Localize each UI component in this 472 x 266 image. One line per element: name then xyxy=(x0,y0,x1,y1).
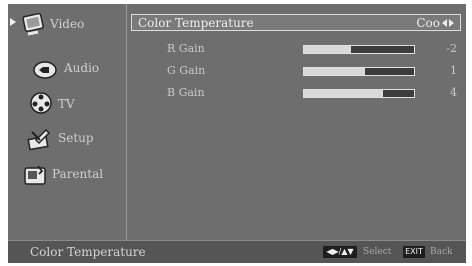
sidebar-item-label: TV xyxy=(58,97,75,111)
osd-screen: Video Audio TV Setup Parental Color Temp… xyxy=(8,4,466,263)
g-gain-label: G Gain xyxy=(167,64,206,77)
g-gain-slider[interactable] xyxy=(303,67,415,76)
footer-title: Color Temperature xyxy=(30,245,146,259)
left-right-arrows-icon[interactable] xyxy=(442,18,456,28)
sidebar-item-video[interactable]: Video xyxy=(8,10,126,46)
sidebar-item-parental[interactable]: Parental xyxy=(8,160,126,196)
sidebar-menu: Video Audio TV Setup Parental xyxy=(8,4,127,240)
b-gain-label: B Gain xyxy=(167,86,205,99)
r-gain-label: R Gain xyxy=(167,42,205,55)
select-hint: Select xyxy=(363,247,392,257)
tv-reel-icon xyxy=(30,92,52,114)
setup-tools-icon xyxy=(27,128,51,151)
color-temperature-value: Coo xyxy=(416,16,440,30)
sidebar-item-label: Audio xyxy=(64,61,100,75)
r-gain-row[interactable]: R Gain -2 xyxy=(167,42,461,58)
sidebar-item-setup[interactable]: Setup xyxy=(8,124,126,160)
sidebar-item-audio[interactable]: Audio xyxy=(8,54,126,90)
g-gain-row[interactable]: G Gain 1 xyxy=(167,64,461,80)
r-gain-fill xyxy=(304,46,352,53)
selected-arrow-icon xyxy=(10,18,16,26)
nav-keys-hint: ◀▶/▲▼ xyxy=(323,246,357,258)
sidebar-item-label: Setup xyxy=(58,131,94,145)
exit-key-hint: EXIT xyxy=(403,246,425,258)
r-gain-value: -2 xyxy=(446,42,457,55)
b-gain-value: 4 xyxy=(450,86,457,99)
b-gain-fill xyxy=(304,90,384,97)
b-gain-slider[interactable] xyxy=(303,89,415,98)
status-footer: Color Temperature ◀▶/▲▼ Select EXIT Back xyxy=(8,240,466,263)
b-gain-row[interactable]: B Gain 4 xyxy=(167,86,461,102)
color-temperature-row[interactable]: Color Temperature Coo xyxy=(131,14,461,31)
color-temperature-label: Color Temperature xyxy=(138,16,254,30)
r-gain-slider[interactable] xyxy=(303,45,415,54)
sidebar-item-tv[interactable]: TV xyxy=(8,88,126,124)
g-gain-value: 1 xyxy=(450,64,457,77)
back-hint: Back xyxy=(430,247,453,257)
sidebar-item-label: Video xyxy=(50,17,85,31)
sidebar-item-label: Parental xyxy=(52,167,104,181)
g-gain-fill xyxy=(304,68,365,75)
speaker-icon xyxy=(33,61,57,79)
parental-lock-icon xyxy=(24,165,46,185)
settings-panel: Color Temperature Coo R Gain -2 G Gain 1… xyxy=(127,4,466,240)
monitor-icon xyxy=(22,12,44,36)
